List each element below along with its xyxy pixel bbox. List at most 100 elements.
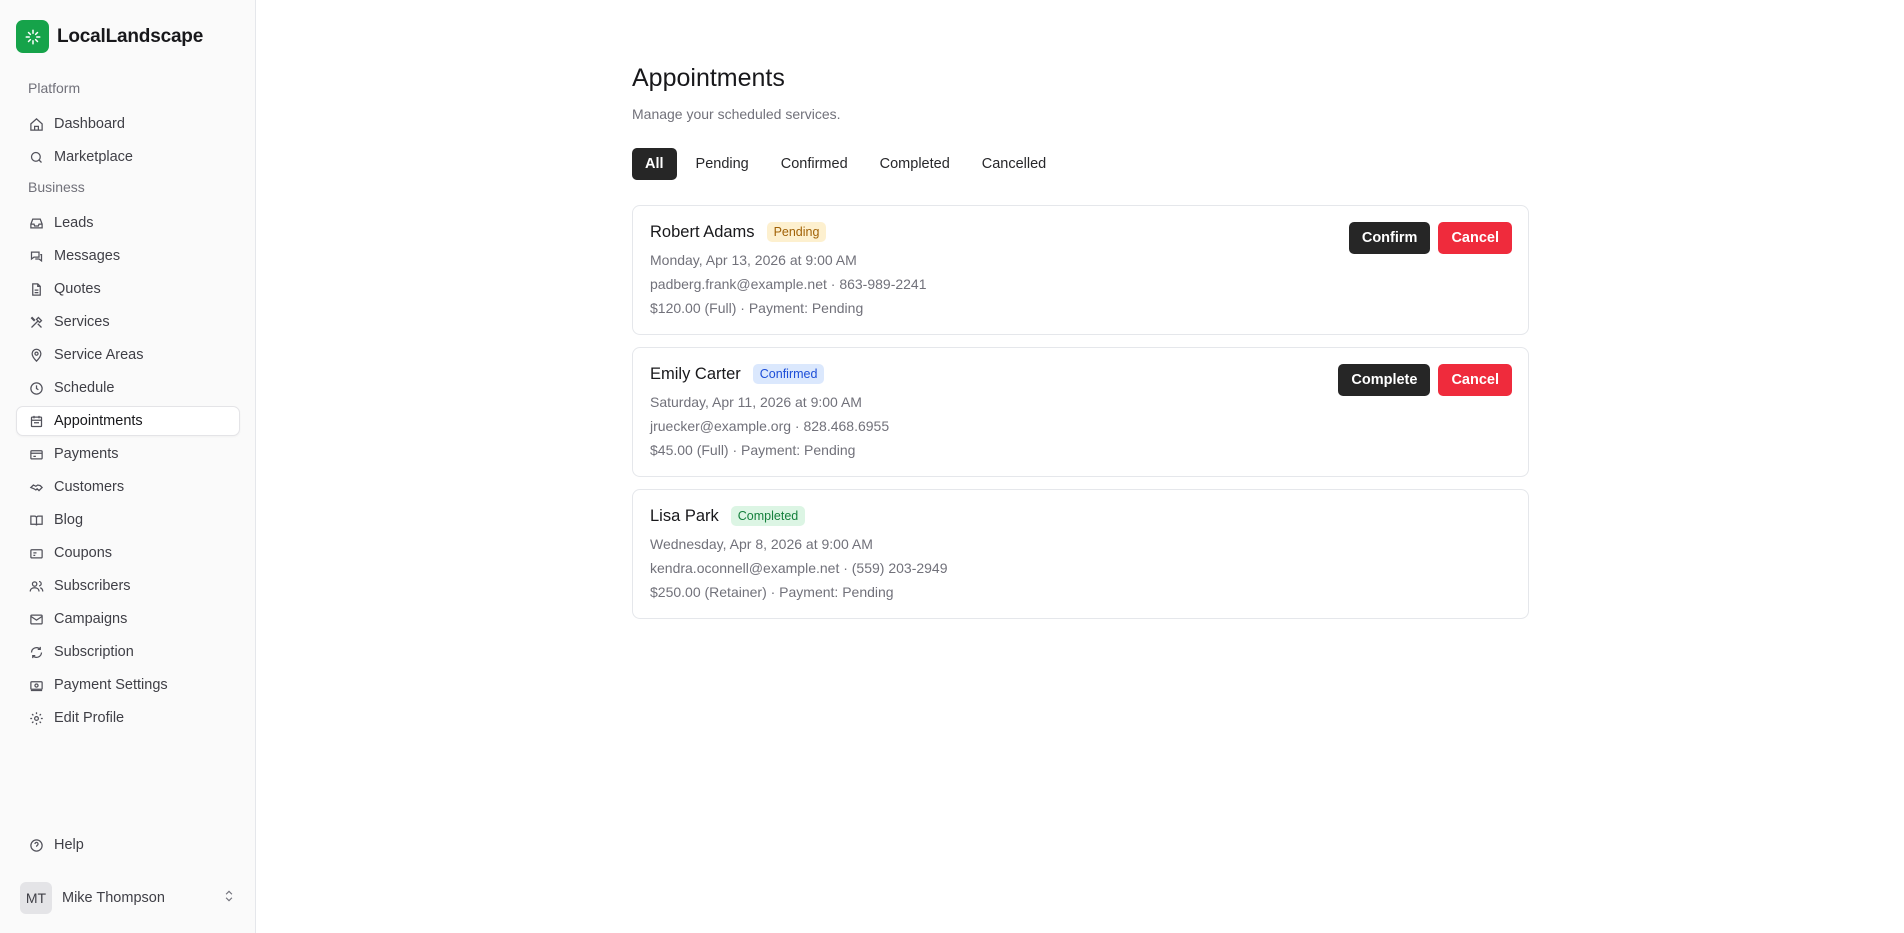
help-circle-icon bbox=[29, 838, 44, 853]
appointment-actions: Confirm Cancel bbox=[1348, 222, 1512, 254]
chevron-up-down-icon bbox=[222, 889, 236, 908]
sidebar-item-label: Appointments bbox=[54, 413, 143, 429]
appointment-card: Lisa Park Completed Wednesday, Apr 8, 20… bbox=[632, 489, 1529, 619]
sidebar: LocalLandscape Platform Dashboard Market… bbox=[0, 0, 256, 933]
ticket-icon bbox=[29, 546, 44, 561]
group-label-platform: Platform bbox=[28, 80, 81, 96]
document-icon bbox=[29, 282, 44, 297]
sidebar-item-label: Subscription bbox=[54, 644, 134, 660]
appointment-payment: $120.00 (Full) · Payment: Pending bbox=[650, 300, 864, 316]
sidebar-item-help[interactable]: Help bbox=[16, 830, 240, 860]
customer-name: Lisa Park bbox=[650, 506, 719, 525]
sparkle-logo-icon bbox=[16, 20, 49, 53]
sidebar-item-label: Messages bbox=[54, 248, 121, 264]
appointment-contact: jruecker@example.org · 828.468.6955 bbox=[650, 418, 890, 434]
appointment-datetime: Wednesday, Apr 8, 2026 at 9:00 AM bbox=[650, 536, 873, 552]
sidebar-item-label: Quotes bbox=[54, 281, 101, 297]
tab-confirmed[interactable]: Confirmed bbox=[768, 148, 861, 180]
appointment-header: Robert Adams Pending bbox=[650, 222, 827, 242]
sidebar-item-services[interactable]: Services bbox=[16, 307, 240, 337]
sidebar-item-payments[interactable]: Payments bbox=[16, 439, 240, 469]
tab-cancelled[interactable]: Cancelled bbox=[969, 148, 1060, 180]
tab-pending[interactable]: Pending bbox=[683, 148, 762, 180]
handshake-icon bbox=[29, 480, 44, 495]
appointment-header: Lisa Park Completed bbox=[650, 506, 806, 526]
inbox-icon bbox=[29, 216, 44, 231]
appointment-payment: $250.00 (Retainer) · Payment: Pending bbox=[650, 584, 894, 600]
home-icon bbox=[29, 117, 44, 132]
sidebar-item-customers[interactable]: Customers bbox=[16, 472, 240, 502]
sidebar-item-label: Marketplace bbox=[54, 149, 133, 165]
sidebar-item-label: Coupons bbox=[54, 545, 113, 561]
complete-button[interactable]: Complete bbox=[1338, 364, 1431, 396]
appointment-payment: $45.00 (Full) · Payment: Pending bbox=[650, 442, 856, 458]
customer-name: Robert Adams bbox=[650, 222, 755, 241]
page-subtitle: Manage your scheduled services. bbox=[632, 106, 841, 122]
sidebar-item-label: Edit Profile bbox=[54, 710, 125, 726]
user-menu[interactable]: MT Mike Thompson bbox=[16, 880, 240, 916]
sidebar-item-label: Service Areas bbox=[54, 347, 144, 363]
cancel-button[interactable]: Cancel bbox=[1438, 364, 1512, 396]
sidebar-item-quotes[interactable]: Quotes bbox=[16, 274, 240, 304]
messages-icon bbox=[29, 249, 44, 264]
status-badge: Pending bbox=[766, 222, 827, 242]
brand[interactable]: LocalLandscape bbox=[16, 20, 203, 53]
sidebar-item-label: Payments bbox=[54, 446, 119, 462]
status-badge: Confirmed bbox=[752, 364, 825, 384]
cancel-button[interactable]: Cancel bbox=[1438, 222, 1512, 254]
banknote-icon bbox=[29, 678, 44, 693]
sidebar-item-appointments[interactable]: Appointments bbox=[16, 406, 240, 436]
appointment-card: Emily Carter Confirmed Saturday, Apr 11,… bbox=[632, 347, 1529, 477]
nav-group-platform: Platform Dashboard Marketplace bbox=[16, 76, 240, 175]
sidebar-item-subscription[interactable]: Subscription bbox=[16, 637, 240, 667]
gear-icon bbox=[29, 711, 44, 726]
sidebar-item-label: Customers bbox=[54, 479, 125, 495]
appointment-card: Robert Adams Pending Monday, Apr 13, 202… bbox=[632, 205, 1529, 335]
page-title: Appointments bbox=[632, 64, 785, 92]
user-name: Mike Thompson bbox=[62, 890, 165, 906]
sidebar-item-label: Payment Settings bbox=[54, 677, 168, 693]
sidebar-item-dashboard[interactable]: Dashboard bbox=[16, 109, 240, 139]
sidebar-item-subscribers[interactable]: Subscribers bbox=[16, 571, 240, 601]
sidebar-item-label: Schedule bbox=[54, 380, 115, 396]
appointment-datetime: Monday, Apr 13, 2026 at 9:00 AM bbox=[650, 252, 857, 268]
sidebar-item-label: Subscribers bbox=[54, 578, 131, 594]
nav-group-business: Business Leads Messages Quotes Services … bbox=[16, 175, 240, 736]
tab-completed[interactable]: Completed bbox=[867, 148, 963, 180]
sidebar-item-messages[interactable]: Messages bbox=[16, 241, 240, 271]
sidebar-item-label: Blog bbox=[54, 512, 84, 528]
search-icon bbox=[29, 150, 44, 165]
confirm-button[interactable]: Confirm bbox=[1348, 222, 1431, 254]
sidebar-item-payment-settings[interactable]: Payment Settings bbox=[16, 670, 240, 700]
sidebar-item-label: Help bbox=[54, 837, 84, 853]
sidebar-item-leads[interactable]: Leads bbox=[16, 208, 240, 238]
sidebar-item-campaigns[interactable]: Campaigns bbox=[16, 604, 240, 634]
tab-all[interactable]: All bbox=[632, 148, 677, 180]
sidebar-item-coupons[interactable]: Coupons bbox=[16, 538, 240, 568]
status-badge: Completed bbox=[730, 506, 806, 526]
appointment-datetime: Saturday, Apr 11, 2026 at 9:00 AM bbox=[650, 394, 862, 410]
sidebar-item-marketplace[interactable]: Marketplace bbox=[16, 142, 240, 172]
sidebar-item-service-areas[interactable]: Service Areas bbox=[16, 340, 240, 370]
sidebar-item-label: Leads bbox=[54, 215, 94, 231]
sidebar-item-blog[interactable]: Blog bbox=[16, 505, 240, 535]
help-section: Help bbox=[16, 830, 240, 863]
brand-name: LocalLandscape bbox=[57, 25, 204, 47]
appointment-contact: padberg.frank@example.net · 863-989-2241 bbox=[650, 276, 927, 292]
map-pin-icon bbox=[29, 348, 44, 363]
tools-icon bbox=[29, 315, 44, 330]
appointment-contact: kendra.oconnell@example.net · (559) 203-… bbox=[650, 560, 948, 576]
calendar-icon bbox=[29, 414, 44, 429]
book-icon bbox=[29, 513, 44, 528]
clock-icon bbox=[29, 381, 44, 396]
appointment-header: Emily Carter Confirmed bbox=[650, 364, 825, 384]
sidebar-item-label: Dashboard bbox=[54, 116, 125, 132]
status-tabs: All Pending Confirmed Completed Cancelle… bbox=[632, 148, 1059, 180]
users-icon bbox=[29, 579, 44, 594]
sidebar-item-edit-profile[interactable]: Edit Profile bbox=[16, 703, 240, 733]
sidebar-item-label: Services bbox=[54, 314, 110, 330]
refresh-icon bbox=[29, 645, 44, 660]
sidebar-item-schedule[interactable]: Schedule bbox=[16, 373, 240, 403]
credit-card-icon bbox=[29, 447, 44, 462]
sidebar-item-label: Campaigns bbox=[54, 611, 128, 627]
